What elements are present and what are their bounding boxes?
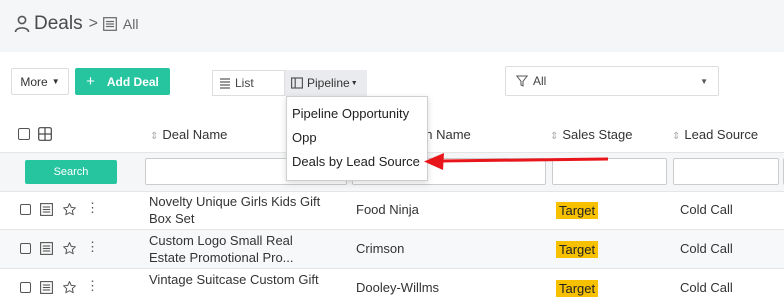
deal-name-cell[interactable]: Novelty Unique Girls Kids Gift Box Set (149, 193, 329, 227)
table-row[interactable]: ⋮ Vintage Suitcase Custom Gift Dooley-Wi… (0, 269, 784, 307)
sort-icon: ⇕ (672, 131, 681, 142)
menu-item-opp[interactable]: Opp (292, 130, 317, 145)
account-name-cell[interactable]: Dooley-Willms (356, 280, 439, 295)
search-button-label: Search (53, 166, 89, 178)
page-header: Deals > All (0, 0, 784, 52)
column-header-deal-name[interactable]: ⇕ Deal Name (150, 127, 227, 142)
star-icon[interactable] (62, 202, 77, 217)
caret-down-icon: ▼ (350, 79, 358, 87)
breadcrumb-current[interactable]: All (123, 16, 139, 32)
pipeline-view-label: Pipeline (307, 76, 350, 90)
document-icon[interactable] (40, 203, 53, 216)
column-header-lead-source[interactable]: ⇕ Lead Source (672, 127, 758, 142)
view-toggle: List Pipeline ▼ (212, 70, 367, 96)
menu-item-deals-by-lead-source[interactable]: Deals by Lead Source (292, 154, 420, 169)
sales-stage-badge: Target (556, 280, 599, 297)
breadcrumb-separator: > (88, 15, 98, 32)
search-button[interactable]: Search (25, 160, 117, 184)
user-icon (14, 15, 30, 33)
more-button[interactable]: More ▼ (11, 68, 69, 95)
lead-source-cell: Cold Call (680, 280, 733, 295)
select-all-checkbox[interactable] (18, 128, 30, 140)
row-checkbox[interactable] (20, 282, 31, 293)
column-header-sales-stage[interactable]: ⇕ Sales Stage (550, 127, 633, 142)
account-name-cell[interactable]: Food Ninja (356, 202, 419, 217)
account-name-cell[interactable]: Crimson (356, 241, 404, 256)
sales-stage-badge: Target (556, 241, 599, 258)
list-icon (220, 78, 230, 89)
more-vertical-icon[interactable]: ⋮ (86, 279, 99, 293)
list-view-button[interactable]: List (212, 70, 285, 96)
sales-stage-badge: Target (556, 202, 599, 219)
pipeline-dropdown-menu: Pipeline Opportunity Opp Deals by Lead S… (286, 96, 428, 181)
deal-name-cell[interactable]: Custom Logo Small Real Estate Promotiona… (149, 232, 329, 266)
list-view-label: List (235, 76, 254, 90)
lead-source-cell: Cold Call (680, 241, 733, 256)
list-icon (103, 17, 117, 31)
document-icon[interactable] (40, 281, 53, 294)
deal-name-cell[interactable]: Vintage Suitcase Custom Gift (149, 271, 329, 288)
row-checkbox[interactable] (20, 204, 31, 215)
funnel-icon (516, 75, 528, 87)
arrow-left-icon (424, 153, 609, 170)
add-deal-label: Add Deal (106, 74, 159, 89)
table-row[interactable]: ⋮ Custom Logo Small Real Estate Promotio… (0, 230, 784, 269)
more-vertical-icon[interactable]: ⋮ (86, 240, 99, 254)
page-title[interactable]: Deals (34, 13, 83, 35)
add-deal-button[interactable]: + Add Deal (75, 68, 170, 95)
pipeline-view-button[interactable]: Pipeline ▼ (285, 70, 367, 96)
caret-down-icon: ▼ (51, 77, 60, 86)
document-icon[interactable] (40, 242, 53, 255)
sort-icon: ⇕ (150, 131, 159, 142)
more-vertical-icon[interactable]: ⋮ (86, 201, 99, 215)
star-icon[interactable] (62, 280, 77, 295)
star-icon[interactable] (62, 241, 77, 256)
filter-select-value: All (533, 74, 547, 88)
lead-source-cell: Cold Call (680, 202, 733, 217)
pipeline-icon (291, 77, 303, 89)
lead-source-search-input[interactable] (673, 158, 779, 185)
menu-item-pipeline-opportunity[interactable]: Pipeline Opportunity (292, 106, 409, 121)
table-row[interactable]: ⋮ Novelty Unique Girls Kids Gift Box Set… (0, 191, 784, 230)
more-button-label: More (20, 74, 48, 89)
plus-icon: + (86, 73, 95, 90)
grid-icon[interactable] (38, 127, 52, 141)
sort-icon: ⇕ (550, 131, 559, 142)
breadcrumb: Deals > All (14, 13, 138, 35)
filter-select[interactable]: All ▼ (505, 66, 719, 96)
caret-down-icon: ▼ (700, 76, 708, 86)
row-checkbox[interactable] (20, 243, 31, 254)
